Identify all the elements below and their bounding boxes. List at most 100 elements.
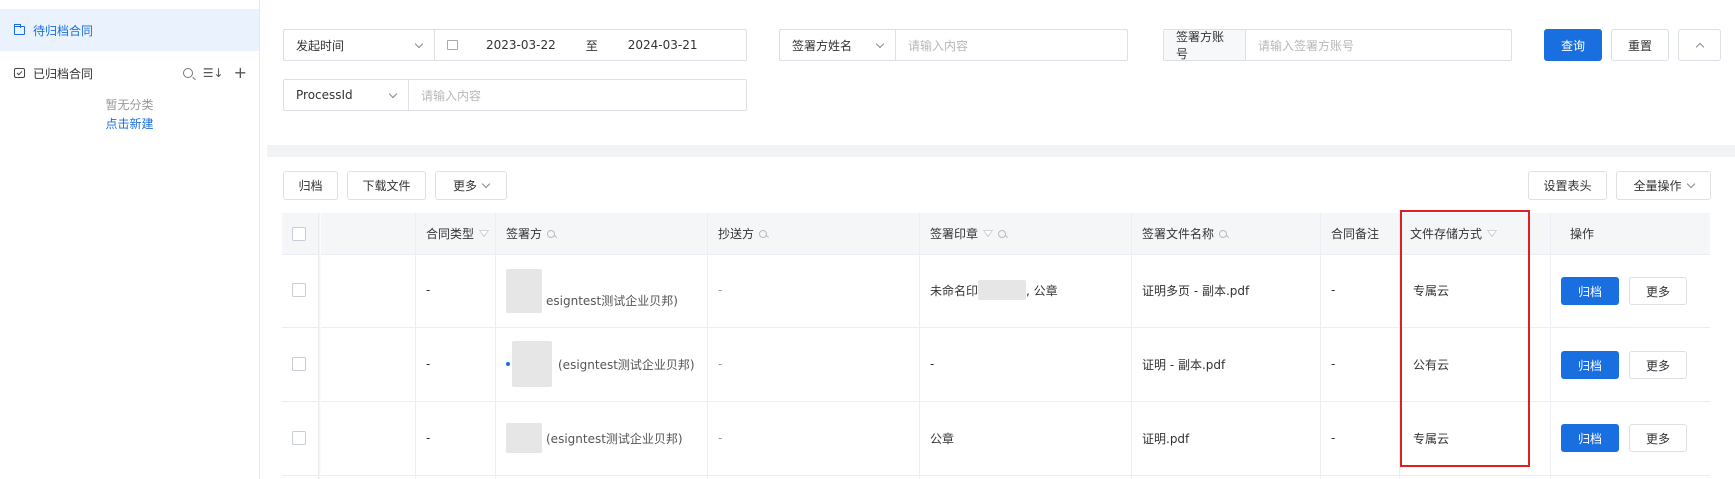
- empty-category-text: 暂无分类: [105, 98, 154, 112]
- row-checkbox[interactable]: [292, 357, 306, 371]
- date-range-filter: 发起时间 2023-03-22 至 2024-03-21: [283, 29, 747, 61]
- column-divider: [707, 213, 708, 479]
- cell-file-name[interactable]: 证明多页 - 副本.pdf: [1142, 277, 1249, 303]
- header-label: 抄送方: [718, 227, 755, 241]
- date-separator: 至: [585, 38, 598, 53]
- filter-icon[interactable]: [479, 230, 490, 237]
- header-contract-type: 合同类型: [426, 213, 490, 254]
- cell-signer: (esigntest测试企业贝邦): [506, 341, 695, 387]
- row-more-button[interactable]: 更多: [1629, 424, 1687, 452]
- redacted-name: [506, 269, 542, 313]
- row-archive-button[interactable]: 归档: [1561, 277, 1619, 305]
- signer-account-filter: 签署方账号 请输入签署方账号: [1163, 29, 1512, 61]
- search-icon[interactable]: [998, 229, 1007, 238]
- process-id-select-value: ProcessId: [296, 88, 353, 102]
- chevron-down-icon: [1686, 179, 1695, 189]
- row-archive-button[interactable]: 归档: [1561, 351, 1619, 379]
- fixed-column-shadow: [318, 213, 321, 479]
- filter-icon[interactable]: [983, 230, 994, 237]
- row-checkbox[interactable]: [292, 283, 306, 297]
- header-file-name: 签署文件名称: [1142, 213, 1228, 254]
- signer-name-select[interactable]: 签署方姓名: [780, 30, 896, 60]
- archive-box-icon: [14, 68, 25, 78]
- cell-file-name[interactable]: 证明 - 副本.pdf: [1142, 351, 1225, 377]
- seal-text: -: [930, 357, 935, 371]
- cell-file-name[interactable]: 证明.pdf: [1142, 425, 1189, 451]
- create-category-link[interactable]: 点击新建: [0, 115, 259, 132]
- set-header-button[interactable]: 设置表头: [1528, 171, 1607, 200]
- header-cc: 抄送方: [718, 213, 768, 254]
- section-divider: [267, 145, 1735, 157]
- status-dot: [506, 362, 510, 366]
- signer-text: (esigntest测试企业贝邦): [546, 431, 683, 446]
- header-label: 合同备注: [1331, 227, 1380, 241]
- header-action: 操作: [1570, 213, 1594, 254]
- chevron-down-icon: [875, 39, 885, 48]
- archive-batch-button[interactable]: 归档: [283, 171, 338, 200]
- cell-contract-type: -: [426, 431, 431, 445]
- cell-remark: -: [1331, 431, 1336, 445]
- column-divider: [1550, 213, 1551, 479]
- cell-signer: esigntest测试企业贝邦): [506, 269, 678, 313]
- seal-text-suffix: , 公章: [1026, 283, 1058, 298]
- chevron-down-icon: [388, 89, 398, 98]
- bulk-operation-label: 全量操作: [1633, 179, 1682, 193]
- redacted-name: [506, 423, 542, 453]
- signer-name-select-value: 签署方姓名: [792, 38, 853, 53]
- add-icon[interactable]: +: [234, 65, 247, 81]
- signer-name-filter: 签署方姓名 请输入内容: [779, 29, 1128, 61]
- cell-signer: (esigntest测试企业贝邦): [506, 419, 683, 457]
- sidebar: 待归档合同 已归档合同 ☰↓ + 暂无分类 点击新建: [0, 0, 260, 479]
- folder-icon: [14, 23, 25, 35]
- bulk-operation-button[interactable]: 全量操作: [1616, 171, 1711, 200]
- sidebar-item-archived[interactable]: 已归档合同 ☰↓ +: [0, 62, 259, 84]
- search-icon[interactable]: [182, 68, 193, 78]
- chevron-down-icon: [481, 179, 491, 189]
- sort-icon[interactable]: ☰↓: [203, 66, 224, 80]
- redacted-name: [512, 341, 552, 387]
- sidebar-item-label: 待归档合同: [33, 23, 94, 38]
- column-divider: [495, 213, 496, 479]
- row-divider: [282, 475, 1710, 476]
- search-icon[interactable]: [1219, 229, 1228, 238]
- storage-column-highlight: [1400, 210, 1530, 467]
- process-id-input[interactable]: 请输入内容: [409, 87, 481, 104]
- more-dropdown-button[interactable]: 更多: [435, 171, 507, 200]
- signer-name-input[interactable]: 请输入内容: [896, 37, 968, 54]
- signer-account-label: 签署方账号: [1164, 30, 1246, 61]
- search-icon[interactable]: [759, 229, 768, 238]
- seal-text: 公章: [930, 431, 955, 446]
- reset-button[interactable]: 重置: [1611, 29, 1669, 61]
- sidebar-item-label: 已归档合同: [33, 66, 94, 81]
- header-seal: 签署印章: [930, 213, 1007, 254]
- cell-contract-type: -: [426, 357, 431, 371]
- header-label: 签署文件名称: [1142, 227, 1215, 241]
- cell-remark: -: [1331, 283, 1336, 297]
- select-all-checkbox[interactable]: [292, 213, 306, 254]
- sidebar-item-pending-archive[interactable]: 待归档合同: [0, 9, 259, 51]
- row-more-button[interactable]: 更多: [1629, 277, 1687, 305]
- query-button[interactable]: 查询: [1544, 29, 1602, 61]
- download-files-button[interactable]: 下载文件: [347, 171, 426, 200]
- row-archive-button[interactable]: 归档: [1561, 424, 1619, 452]
- signer-account-label-text: 签署方账号: [1176, 30, 1225, 61]
- row-checkbox[interactable]: [292, 431, 306, 445]
- signer-account-input[interactable]: 请输入签署方账号: [1246, 37, 1354, 54]
- header-signer: 签署方: [506, 213, 556, 254]
- collapse-button[interactable]: [1678, 29, 1721, 61]
- search-icon[interactable]: [547, 229, 556, 238]
- date-type-select[interactable]: 发起时间: [284, 30, 435, 60]
- cell-seal: 公章: [930, 425, 954, 451]
- process-id-select[interactable]: ProcessId: [284, 80, 409, 110]
- row-more-button[interactable]: 更多: [1629, 351, 1687, 379]
- column-divider: [1131, 213, 1132, 479]
- date-start[interactable]: 2023-03-22: [486, 38, 556, 52]
- more-label: 更多: [452, 179, 477, 193]
- signer-text: (esigntest测试企业贝邦): [558, 357, 695, 372]
- chevron-down-icon: [414, 39, 424, 48]
- header-label: 操作: [1570, 227, 1595, 241]
- cell-remark: -: [1331, 357, 1336, 371]
- date-end[interactable]: 2024-03-21: [628, 38, 698, 52]
- chevron-up-icon: [1695, 42, 1704, 51]
- set-header-label: 设置表头: [1543, 179, 1592, 193]
